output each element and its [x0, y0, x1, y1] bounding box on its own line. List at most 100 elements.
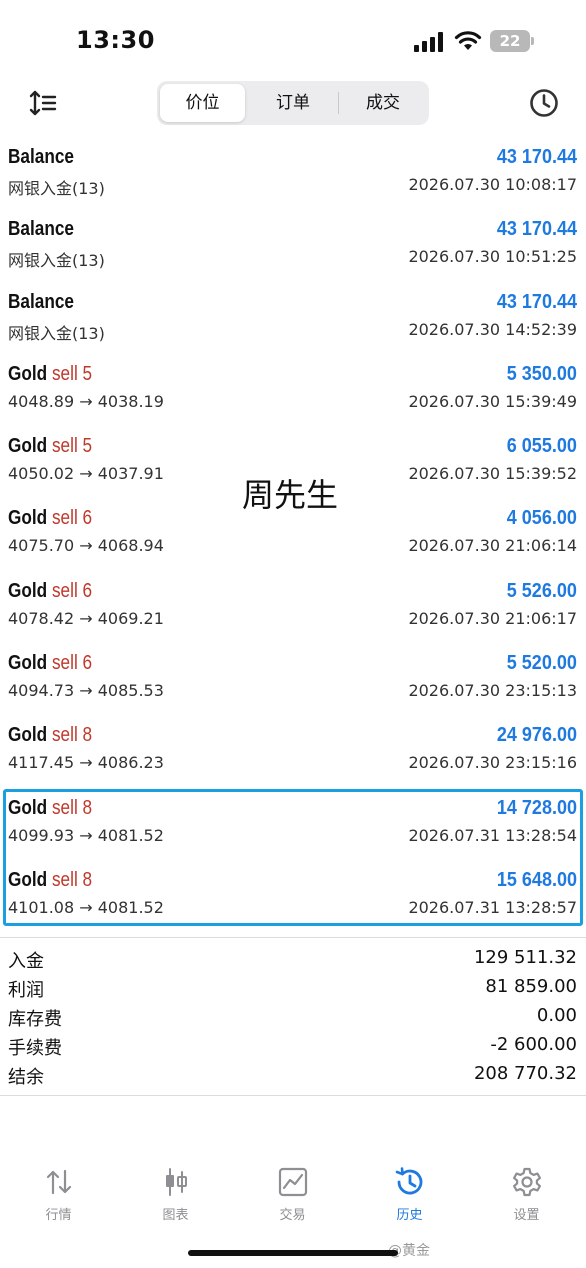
- summary-label: 结余: [8, 1067, 44, 1088]
- cellular-signal-icon: [414, 32, 443, 52]
- deal-title: Gold sell 8: [8, 797, 92, 820]
- deal-amount: 24 976.00: [496, 724, 577, 747]
- summary-label: 手续费: [8, 1038, 62, 1059]
- wifi-icon: [454, 31, 482, 50]
- deal-amount: 6 055.00: [506, 435, 577, 458]
- deal-time: 2026.07.30 23:15:13: [408, 681, 577, 701]
- tab-deals[interactable]: 成交: [339, 84, 427, 122]
- tab-chart[interactable]: 图表: [117, 1160, 234, 1230]
- deal-row[interactable]: Balance 43 170.44 网银入金(13) 2026.07.30 10…: [0, 210, 586, 282]
- deal-title: Gold sell 6: [8, 580, 92, 603]
- quotes-icon: [46, 1169, 71, 1195]
- history-icon: [395, 1167, 422, 1195]
- summary-divider-bottom: [0, 1095, 586, 1096]
- deal-amount: 4 056.00: [506, 507, 577, 530]
- deal-title: Gold sell 5: [8, 435, 92, 458]
- deal-time: 2026.07.30 23:15:16: [408, 753, 577, 773]
- summary-value: 81 859.00: [485, 976, 577, 997]
- deal-time: 2026.07.30 10:08:17: [408, 175, 577, 194]
- battery-level: 22: [499, 32, 521, 50]
- deal-symbol: Balance: [8, 290, 74, 313]
- tab-orders[interactable]: 订单: [249, 84, 337, 122]
- bottom-tab-bar: 行情 图表 交易 历史 设置: [0, 1160, 586, 1230]
- deal-row[interactable]: Balance 43 170.44 网银入金(13) 2026.07.30 10…: [0, 138, 586, 210]
- deal-type: sell: [51, 796, 78, 819]
- summary-row: 库存费 0.00: [0, 1003, 586, 1032]
- tab-settings[interactable]: 设置: [468, 1160, 585, 1230]
- deal-type: sell: [51, 652, 78, 675]
- deal-amount: 5 350.00: [506, 362, 577, 385]
- deal-title: Gold sell 8: [8, 724, 92, 747]
- deal-row[interactable]: Gold sell 6 5 520.00 4094.73 → 4085.53 2…: [0, 644, 586, 716]
- deal-time: 2026.07.30 21:06:17: [408, 608, 577, 628]
- deal-row[interactable]: Gold sell 6 5 526.00 4078.42 → 4069.21 2…: [0, 572, 586, 644]
- home-indicator[interactable]: [188, 1250, 398, 1256]
- deal-title: Gold sell 8: [8, 869, 92, 892]
- deal-symbol: Gold: [8, 579, 48, 602]
- tab-positions[interactable]: 价位: [160, 84, 245, 122]
- deal-time: 2026.07.31 13:28:57: [408, 897, 577, 917]
- deal-symbol: Gold: [8, 362, 48, 385]
- summary-row: 手续费 -2 600.00: [0, 1032, 586, 1061]
- deal-detail: 4101.08 → 4081.52: [8, 897, 164, 917]
- tab-label: 设置: [513, 1208, 540, 1223]
- deal-time: 2026.07.30 15:39:52: [408, 464, 577, 484]
- deal-volume: 5: [82, 435, 93, 458]
- deal-amount: 5 526.00: [506, 579, 577, 602]
- deal-type: sell: [51, 435, 78, 458]
- deal-volume: 6: [82, 652, 93, 675]
- deal-detail: 网银入金(13): [8, 323, 105, 343]
- battery-icon: 22: [490, 30, 534, 52]
- summary-divider: [0, 937, 586, 938]
- summary-value: -2 600.00: [490, 1034, 577, 1055]
- tab-history[interactable]: 历史: [351, 1160, 468, 1230]
- tab-quotes[interactable]: 行情: [0, 1160, 117, 1230]
- tab-label: 行情: [45, 1208, 72, 1223]
- tab-label: 图表: [162, 1208, 189, 1223]
- segmented-control: 价位 订单 成交: [157, 81, 429, 125]
- deal-row[interactable]: Gold sell 8 14 728.00 4099.93 → 4081.52 …: [0, 789, 586, 861]
- deal-symbol: Gold: [8, 652, 48, 675]
- deal-amount: 14 728.00: [496, 796, 577, 819]
- deal-detail: 4117.45 → 4086.23: [8, 753, 164, 773]
- trade-icon: [278, 1167, 307, 1197]
- deal-detail: 网银入金(13): [8, 179, 105, 198]
- deal-symbol: Gold: [8, 435, 48, 458]
- deal-title: Balance: [8, 218, 74, 241]
- deal-detail: 4099.93 → 4081.52: [8, 825, 164, 845]
- status-time: 13:30: [76, 26, 155, 54]
- summary-label: 库存费: [8, 1009, 62, 1030]
- deal-amount: 43 170.44: [496, 218, 577, 241]
- history-clock-icon[interactable]: [528, 87, 560, 119]
- deal-volume: 8: [82, 796, 93, 819]
- deal-detail: 网银入金(13): [8, 251, 105, 271]
- deal-symbol: Gold: [8, 507, 48, 530]
- deal-time: 2026.07.30 21:06:14: [408, 536, 577, 556]
- tab-trade[interactable]: 交易: [234, 1160, 351, 1230]
- summary-label: 利润: [8, 980, 44, 1001]
- deal-volume: 6: [82, 579, 93, 602]
- deal-type: sell: [51, 724, 78, 747]
- sort-icon[interactable]: [28, 88, 58, 118]
- deal-row[interactable]: Gold sell 8 24 976.00 4117.45 → 4086.23 …: [0, 716, 586, 788]
- deal-amount: 43 170.44: [496, 146, 577, 168]
- deal-symbol: Gold: [8, 724, 48, 747]
- summary-label: 入金: [8, 951, 44, 972]
- status-bar: 13:30 22: [0, 0, 586, 80]
- deal-volume: 8: [82, 868, 93, 891]
- deal-row[interactable]: Gold sell 5 5 350.00 4048.89 → 4038.19 2…: [0, 355, 586, 427]
- deal-volume: 8: [82, 724, 93, 747]
- deal-type: sell: [51, 579, 78, 602]
- summary-row: 利润 81 859.00: [0, 974, 586, 1003]
- deal-type: sell: [51, 868, 78, 891]
- summary-value: 0.00: [536, 1005, 577, 1026]
- deal-row[interactable]: Balance 43 170.44 网银入金(13) 2026.07.30 14…: [0, 283, 586, 355]
- deal-row[interactable]: Gold sell 8 15 648.00 4101.08 → 4081.52 …: [0, 861, 586, 933]
- summary-panel: 入金 129 511.32 利润 81 859.00 库存费 0.00 手续费 -2 …: [0, 945, 586, 1090]
- summary-row: 结余 208 770.32: [0, 1061, 586, 1090]
- deal-amount: 43 170.44: [496, 290, 577, 313]
- deal-symbol: Balance: [8, 146, 74, 168]
- deal-symbol: Gold: [8, 868, 48, 891]
- deal-time: 2026.07.30 15:39:49: [408, 391, 577, 411]
- deal-detail: 4050.02 → 4037.91: [8, 464, 164, 484]
